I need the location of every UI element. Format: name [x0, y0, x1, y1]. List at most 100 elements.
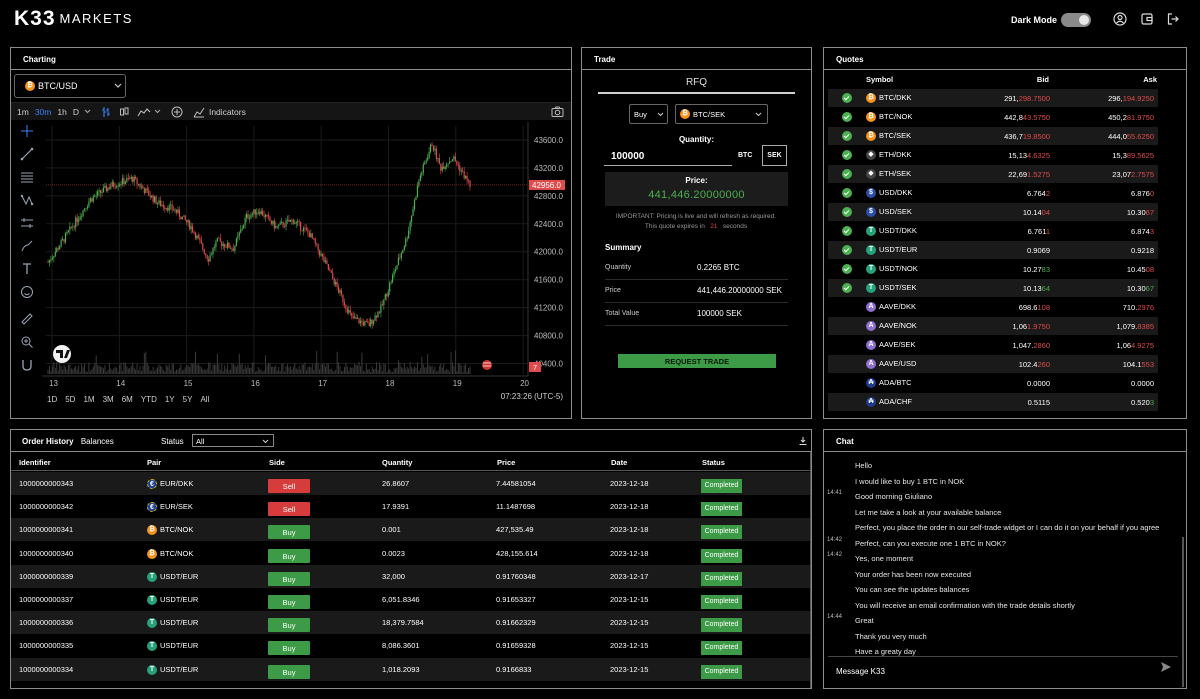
candle-body: [178, 209, 181, 217]
volume-bar: [322, 364, 324, 374]
status-filter-select[interactable]: All: [192, 434, 274, 447]
order-history-scrollbar[interactable]: [810, 452, 811, 688]
crosshair-icon[interactable]: [20, 124, 34, 138]
candle-body: [392, 275, 394, 283]
add-indicator-icon[interactable]: [171, 106, 183, 118]
quote-row[interactable]: ₳ ADA/CHF 0.5115 0.5203: [828, 393, 1158, 411]
order-quantity: 1,018.2093: [382, 664, 420, 674]
chevron-down-icon[interactable]: [84, 109, 91, 114]
request-trade-button[interactable]: REQUEST TRADE: [618, 354, 776, 368]
range-all[interactable]: All: [200, 395, 209, 404]
range-ytd[interactable]: YTD: [141, 395, 157, 404]
fib-lines-icon[interactable]: [20, 170, 34, 184]
text-tool-icon[interactable]: [20, 262, 34, 276]
quote-row[interactable]: A AAVE/USD 102.4260 104.1553: [828, 355, 1158, 373]
wallet-icon[interactable]: [1140, 12, 1154, 26]
volume-bar: [177, 369, 179, 374]
volume-bar: [227, 364, 229, 374]
unit-btc-toggle[interactable]: BTC: [738, 152, 752, 159]
area-chart-type-icon[interactable]: [137, 106, 151, 118]
table-row: 1000000000340 ₿ BTC/NOK Buy 0.0023 428,155.61…: [11, 542, 810, 565]
quote-symbol-label: ADA/BTC: [879, 378, 912, 387]
chat-message: Let me take a look at your available bal…: [855, 507, 1002, 517]
quote-row[interactable]: T USDT/EUR 0.9069 0.9218: [828, 241, 1158, 259]
interval-d[interactable]: D: [73, 107, 79, 117]
aave-icon: A: [866, 359, 876, 370]
ruler-icon[interactable]: [20, 312, 34, 326]
price-chart[interactable]: 43600.0 43200.0 42800.0 42400.0 42000.0 41600…: [42, 122, 571, 390]
quantity-input[interactable]: 100000: [604, 146, 732, 166]
candle-chart-type-icon[interactable]: [119, 106, 129, 118]
quote-row[interactable]: ◆ ETH/SEK 22,691.5275 23,072.7575: [828, 165, 1158, 183]
candle-body: [443, 166, 445, 169]
unit-sek-toggle[interactable]: SEK: [762, 145, 787, 166]
quote-row[interactable]: A AAVE/NOK 1,061.9750 1,079.8385: [828, 317, 1158, 335]
btc-icon: ₿: [866, 112, 876, 123]
bar-chart-type-icon[interactable]: [101, 106, 111, 118]
chat-scrollbar[interactable]: [1182, 537, 1184, 687]
indicators-button[interactable]: Indicators: [209, 107, 246, 117]
quote-row[interactable]: A AAVE/DKK 698.6108 710.2976: [828, 298, 1158, 316]
prediction-icon[interactable]: [20, 216, 34, 230]
quote-row[interactable]: ₳ ADA/BTC 0.0000 0.0000: [828, 374, 1158, 392]
range-1m[interactable]: 1M: [83, 395, 94, 404]
volume-bar: [228, 370, 230, 374]
quote-row[interactable]: $ USD/DKK 6.7642 6.8760: [828, 184, 1158, 202]
quote-row[interactable]: ◆ ETH/DKK 15,134.6325 15,389.5625: [828, 146, 1158, 164]
side-select[interactable]: Buy: [629, 104, 668, 124]
quote-row[interactable]: A AAVE/SEK 1,047.2860 1,064.9275: [828, 336, 1158, 354]
header-bid: Bid: [1036, 75, 1049, 84]
quote-symbol: ₳ ADA/BTC: [866, 378, 912, 389]
user-icon[interactable]: [1113, 12, 1127, 26]
volume-bar: [95, 355, 97, 374]
quote-row[interactable]: ₿ BTC/NOK 442,843.5750 450,281.9750: [828, 108, 1158, 126]
volume-bar: [428, 365, 430, 374]
quote-row[interactable]: $ USD/SEK 10.1404 10.3067: [828, 203, 1158, 221]
range-1y[interactable]: 1Y: [165, 395, 175, 404]
quote-row[interactable]: T USDT/DKK 6.7611 6.8743: [828, 222, 1158, 240]
camera-icon[interactable]: [551, 106, 564, 117]
interval-1m[interactable]: 1m: [17, 107, 29, 117]
candle-body: [335, 281, 337, 285]
trend-line-icon[interactable]: [20, 147, 34, 161]
quote-row[interactable]: ₿ BTC/DKK 291,298.7500 296,194.9250: [828, 89, 1158, 107]
send-icon[interactable]: [1160, 661, 1172, 673]
volume-bar: [335, 369, 337, 374]
order-price: 0.9166833: [496, 664, 532, 674]
tab-order-history[interactable]: Order History: [22, 437, 74, 446]
chevron-down-icon[interactable]: [154, 109, 161, 114]
chat-message-input[interactable]: Message K33: [828, 656, 1178, 686]
quote-row[interactable]: T USDT/SEK 10.1364 10.3067: [828, 279, 1158, 297]
range-5y[interactable]: 5Y: [183, 395, 193, 404]
logout-icon[interactable]: [1166, 12, 1180, 26]
pair-select[interactable]: ₿ BTC/SEK: [675, 104, 768, 124]
volume-bar: [441, 367, 443, 374]
volume-bar: [157, 367, 159, 374]
range-5d[interactable]: 5D: [65, 395, 75, 404]
quote-row[interactable]: ₿ BTC/SEK 436,719.8500 444,055.6250: [828, 127, 1158, 145]
magnet-icon[interactable]: [20, 358, 34, 372]
quote-row[interactable]: T USDT/NOK 10.2783 10.4508: [828, 260, 1158, 278]
pattern-icon[interactable]: [20, 193, 34, 207]
y-tick-label: 42000.0: [534, 248, 563, 257]
candle-body: [421, 172, 423, 176]
candle-body: [191, 226, 194, 232]
volume-bar: [59, 362, 61, 374]
range-3m[interactable]: 3M: [103, 395, 114, 404]
volume-bar: [265, 355, 267, 374]
chevron-down-icon: [657, 112, 664, 116]
dark-mode-toggle[interactable]: [1061, 13, 1091, 27]
range-1d[interactable]: 1D: [47, 395, 57, 404]
zoom-icon[interactable]: [20, 335, 34, 349]
interval-1h[interactable]: 1h: [57, 107, 66, 117]
tab-rfq[interactable]: RFQ: [598, 74, 795, 94]
emoji-icon[interactable]: [20, 285, 34, 299]
interval-30m[interactable]: 30m: [35, 107, 52, 117]
range-6m[interactable]: 6M: [122, 395, 133, 404]
volume-bar: [65, 367, 67, 374]
candle-body: [300, 221, 302, 231]
download-icon[interactable]: [798, 436, 808, 446]
tab-balances[interactable]: Balances: [81, 437, 114, 446]
brush-icon[interactable]: [20, 239, 34, 253]
chart-pair-select[interactable]: ₿ BTC/USD: [14, 74, 126, 98]
